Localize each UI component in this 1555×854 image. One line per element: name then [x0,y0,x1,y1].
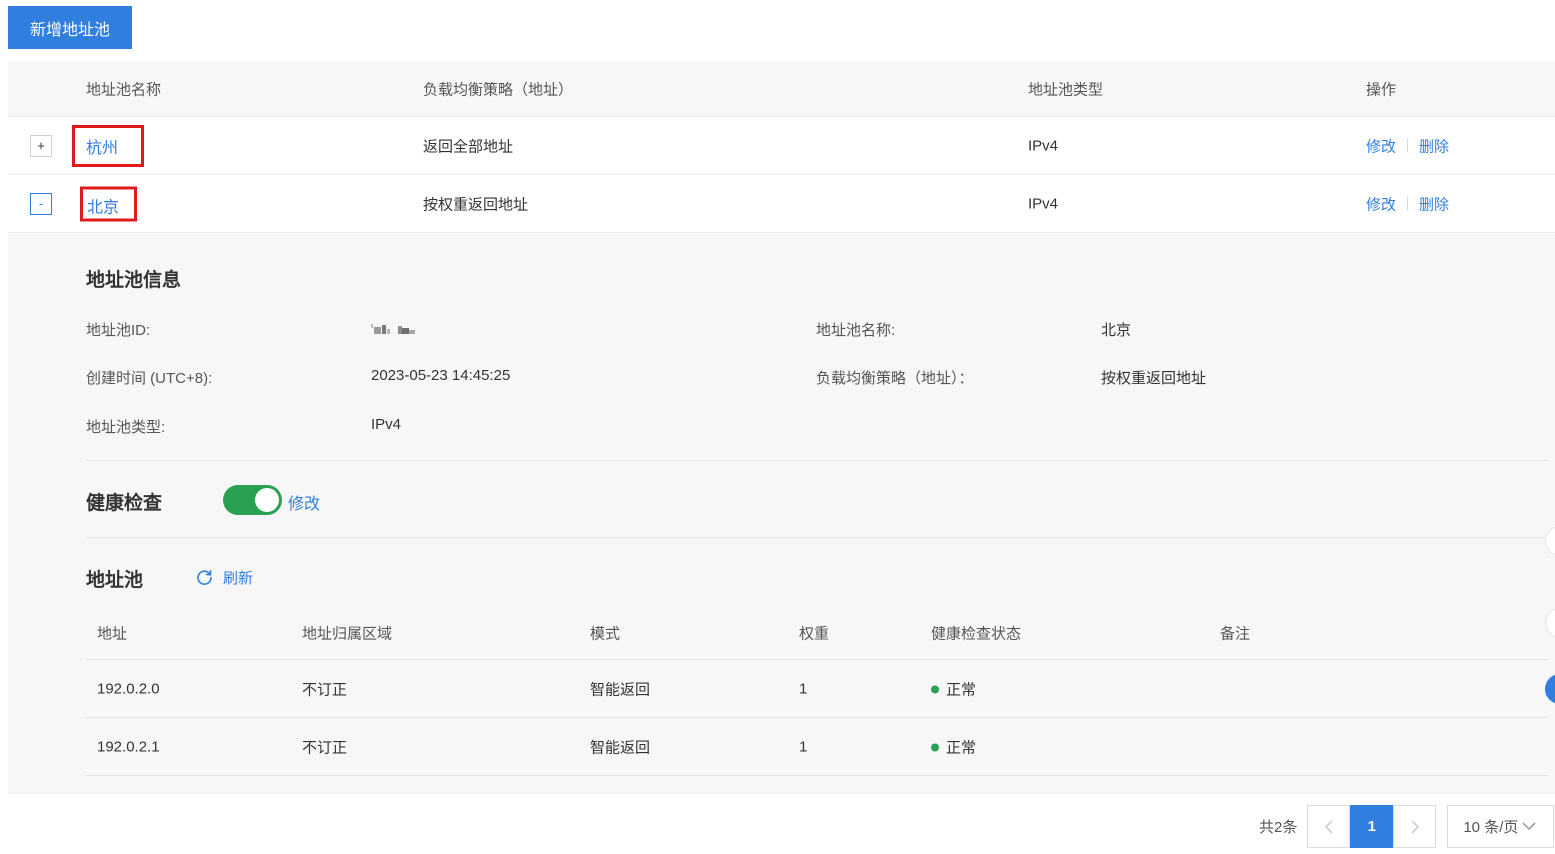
pool-name-value: 北京 [1101,322,1132,339]
address-pool-title: 地址池 [86,570,144,591]
weight-cell: 1 [799,738,808,755]
pool-name-label: 地址池名称: [816,322,896,339]
address-table-header: 地址 地址归属区域 模式 权重 健康检查状态 备注 [86,606,1548,660]
pool-type-value: IPv4 [371,416,402,433]
address-cell: 192.0.2.0 [97,680,160,697]
health-status-text: 正常 [946,681,977,698]
header-strategy: 负载均衡策略（地址） [423,81,574,98]
health-check-toggle[interactable] [223,485,282,515]
header-note: 备注 [1220,625,1251,642]
header-address: 地址 [97,625,128,642]
table-row: 192.0.2.1 不订正 智能返回 1 正常 [86,718,1548,776]
pool-id-value-redacted [371,322,417,339]
health-status-cell: 正常 [931,736,976,757]
pool-table-header: 地址池名称 负载均衡策略（地址） 地址池类型 操作 [8,61,1555,117]
pool-name-link[interactable]: 北京 [87,193,134,217]
action-divider [1407,196,1409,211]
table-row: - 北京 按权重返回地址 IPv4 修改 删除 [8,175,1555,233]
row-actions: 修改 删除 [1366,135,1449,156]
next-page-button[interactable] [1393,805,1437,848]
collapse-button[interactable]: - [30,192,52,215]
refresh-button[interactable]: 刷新 [196,567,253,588]
chevron-right-icon [1411,820,1419,833]
status-dot-icon [931,685,939,694]
pool-type-cell: IPv4 [1028,195,1059,212]
action-divider [1407,138,1409,153]
chevron-left-icon [1324,820,1333,833]
highlight-box: 北京 [80,186,137,221]
created-time-value: 2023-05-23 14:45:25 [371,367,511,384]
strategy-value: 按权重返回地址 [1101,370,1207,387]
health-status-text: 正常 [946,739,977,756]
delete-link[interactable]: 删除 [1419,193,1449,214]
status-dot-icon [931,743,939,752]
pool-id-label: 地址池ID: [86,322,151,339]
header-region: 地址归属区域 [302,625,393,642]
row-actions: 修改 删除 [1366,193,1449,214]
pool-table: 地址池名称 负载均衡策略（地址） 地址池类型 操作 + 杭州 返回全部地址 IP… [8,61,1555,233]
pagination-total: 共2条 [1259,819,1298,836]
health-check-edit-link[interactable]: 修改 [288,490,320,514]
pool-name-link[interactable]: 杭州 [86,134,141,158]
pagination: 共2条 1 10 条/页 [1259,805,1555,848]
delete-link[interactable]: 删除 [1419,135,1449,156]
health-status-cell: 正常 [931,678,976,699]
prev-page-button[interactable] [1307,805,1351,848]
header-actions: 操作 [1366,81,1397,98]
floating-tool-button[interactable] [1545,526,1555,556]
region-cell: 不订正 [302,739,348,756]
weight-cell: 1 [799,680,808,697]
pool-detail-panel: 地址池信息 地址池ID: 地址池名称: 北京 创建时间 (UTC+8): 202… [8,234,1555,794]
strategy-cell: 按权重返回地址 [423,196,529,213]
header-weight: 权重 [799,625,830,642]
strategy-label: 负载均衡策略（地址）： [816,370,974,387]
header-pool-name: 地址池名称 [86,81,162,98]
edit-link[interactable]: 修改 [1366,193,1396,214]
page-size-select[interactable]: 10 条/页 [1447,805,1555,848]
created-time-label: 创建时间 (UTC+8): [86,370,213,387]
table-row: 192.0.2.0 不订正 智能返回 1 正常 [86,660,1548,718]
header-pool-type: 地址池类型 [1028,81,1104,98]
address-cell: 192.0.2.1 [97,738,160,755]
refresh-icon [197,570,212,585]
table-row: + 杭州 返回全部地址 IPv4 修改 删除 [8,117,1555,175]
footer-divider [8,793,1555,794]
toggle-knob [255,488,279,512]
highlight-box: 杭州 [72,124,144,167]
info-section-title: 地址池信息 [86,270,182,291]
refresh-label: 刷新 [223,570,254,587]
add-pool-button[interactable]: 新增地址池 [8,6,132,49]
edit-link[interactable]: 修改 [1366,135,1396,156]
health-check-title: 健康检查 [86,493,163,514]
section-divider [86,460,1548,461]
mode-cell: 智能返回 [590,739,651,756]
section-divider [86,537,1548,538]
strategy-cell: 返回全部地址 [423,138,514,155]
region-cell: 不订正 [302,681,348,698]
expand-button[interactable]: + [30,134,52,157]
mode-cell: 智能返回 [590,681,651,698]
address-table: 地址 地址归属区域 模式 权重 健康检查状态 备注 192.0.2.0 不订正 … [86,606,1548,776]
page-size-value: 10 条/页 [1463,819,1519,836]
chevron-down-icon [1522,822,1536,830]
pool-type-cell: IPv4 [1028,137,1059,154]
header-mode: 模式 [590,625,621,642]
header-health-status: 健康检查状态 [931,625,1022,642]
page-button-current[interactable]: 1 [1350,805,1394,848]
pool-type-label: 地址池类型: [86,419,166,436]
